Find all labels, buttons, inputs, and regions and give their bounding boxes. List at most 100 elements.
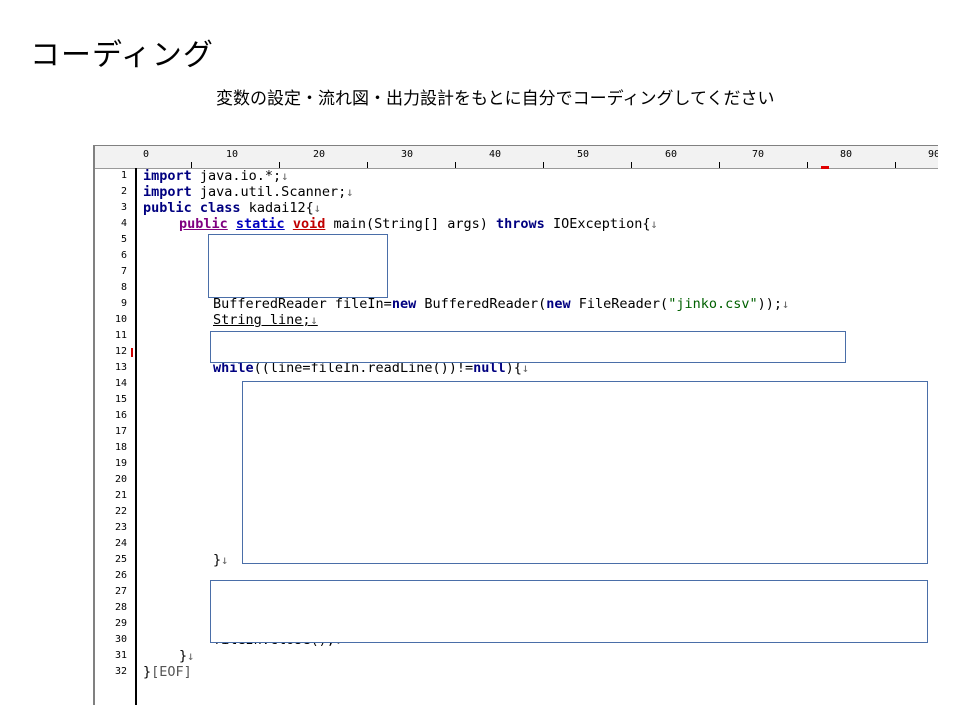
line-number: 31	[114, 650, 127, 661]
line-number: 27	[114, 586, 127, 597]
answer-box-line-12[interactable]	[210, 331, 846, 363]
line-number: 15	[114, 394, 127, 405]
eof-marker: [EOF]	[151, 664, 192, 680]
line-number: 20	[114, 474, 127, 485]
code-text: main(String[] args)	[325, 216, 497, 232]
line-number: 28	[114, 602, 127, 613]
ruler-tick	[543, 162, 544, 168]
line-number: 29	[114, 618, 127, 629]
code-text: IOException{	[544, 216, 651, 232]
ruler-label: 40	[489, 149, 502, 160]
code-line-3: public class kadai12{↓	[143, 200, 321, 216]
line-number: 14	[114, 378, 127, 389]
line-number: 23	[114, 522, 127, 533]
ruler-label: 70	[752, 149, 765, 160]
ruler-label: 10	[226, 149, 239, 160]
ruler-tick	[895, 162, 896, 168]
ruler-label: 20	[313, 149, 326, 160]
slide-title: コーディング	[30, 38, 214, 73]
eol-mark: ↓	[221, 553, 229, 567]
ruler-cursor-marker	[821, 166, 829, 169]
ruler-label: 30	[401, 149, 414, 160]
code-text: BufferedReader fileIn=	[213, 296, 392, 312]
line-number: 32	[114, 666, 127, 677]
code-editor-screenshot: 0 10 20 30 40 50 60 70 80 90 1 2 3 4 5 6…	[93, 145, 938, 705]
code-keyword: void	[292, 216, 326, 232]
ruler-tick	[455, 162, 456, 168]
line-number: 25	[114, 554, 127, 565]
line-number: 9	[120, 298, 127, 309]
line-number: 7	[120, 266, 127, 277]
answer-box-loop-body[interactable]	[242, 381, 928, 564]
slide-subtitle: 変数の設定・流れ図・出力設計をもとに自分でコーディングしてください	[216, 89, 775, 109]
line-number: 24	[114, 538, 127, 549]
code-line-31: }↓	[179, 648, 194, 664]
line-number: 12	[114, 346, 127, 357]
code-line-4: public static void main(String[] args) t…	[179, 216, 658, 232]
column-ruler: 0 10 20 30 40 50 60 70 80 90	[95, 145, 938, 169]
code-line-9: BufferedReader fileIn=new BufferedReader…	[213, 296, 789, 312]
line-number: 6	[120, 250, 127, 261]
line-number: 22	[114, 506, 127, 517]
ruler-label: 50	[577, 149, 590, 160]
code-keyword: static	[235, 216, 285, 232]
answer-box-output[interactable]	[210, 580, 928, 643]
code-text: FileReader(	[570, 296, 669, 312]
line-number: 26	[114, 570, 127, 581]
eol-mark: ↓	[781, 297, 790, 311]
ruler-label: 90	[928, 149, 938, 160]
code-text: }	[213, 552, 222, 568]
line-number: 1	[120, 170, 127, 181]
code-text: java.io.*;	[191, 168, 282, 184]
eol-mark: ↓	[521, 361, 530, 375]
line-number: 16	[114, 410, 127, 421]
code-keyword: import	[143, 184, 192, 200]
code-keyword: class	[199, 200, 241, 216]
code-text: ));	[757, 296, 782, 312]
code-keyword: throws	[496, 216, 545, 232]
line-number: 4	[120, 218, 127, 229]
eol-mark: ↓	[650, 217, 658, 231]
line-number: 5	[120, 234, 127, 245]
line-number-gutter: 1 2 3 4 5 6 7 8 9 10 11 12 13 14 15 16 1…	[95, 168, 137, 705]
line-number: 30	[114, 634, 127, 645]
line-number: 8	[120, 282, 127, 293]
ruler-tick	[631, 162, 632, 168]
line-number: 18	[114, 442, 127, 453]
line-number: 19	[114, 458, 127, 469]
error-marker	[131, 348, 133, 357]
ruler-label: 80	[840, 149, 853, 160]
code-line-10: String line;↓	[213, 312, 318, 328]
ruler-label: 60	[665, 149, 678, 160]
code-text: String line;	[213, 312, 311, 328]
line-number: 17	[114, 426, 127, 437]
code-text: kadai12{	[240, 200, 314, 216]
line-number: 11	[114, 330, 127, 341]
eol-mark: ↓	[346, 185, 354, 199]
line-number: 13	[114, 362, 127, 373]
eol-mark: ↓	[310, 313, 318, 327]
code-line-25: }↓	[213, 552, 228, 568]
code-line-32: }[EOF]	[143, 664, 192, 680]
code-text: }	[143, 664, 152, 680]
eol-mark: ↓	[313, 201, 321, 215]
code-line-1: import java.io.*;↓	[143, 168, 288, 184]
eol-mark: ↓	[281, 169, 289, 183]
code-keyword: import	[143, 168, 192, 184]
code-keyword: public	[179, 216, 228, 232]
line-number: 2	[120, 186, 127, 197]
line-number: 3	[120, 202, 127, 213]
answer-box-variables[interactable]	[208, 234, 388, 298]
code-keyword: public	[143, 200, 192, 216]
code-line-2: import java.util.Scanner;↓	[143, 184, 353, 200]
ruler-tick	[807, 162, 808, 168]
code-text: BufferedReader(	[416, 296, 547, 312]
code-text: }	[179, 648, 188, 664]
ruler-tick	[367, 162, 368, 168]
line-number: 10	[114, 314, 127, 325]
ruler-tick	[719, 162, 720, 168]
code-keyword: new	[391, 296, 417, 312]
eol-mark: ↓	[187, 649, 195, 663]
ruler-label: 0	[143, 149, 150, 160]
line-number: 21	[114, 490, 127, 501]
